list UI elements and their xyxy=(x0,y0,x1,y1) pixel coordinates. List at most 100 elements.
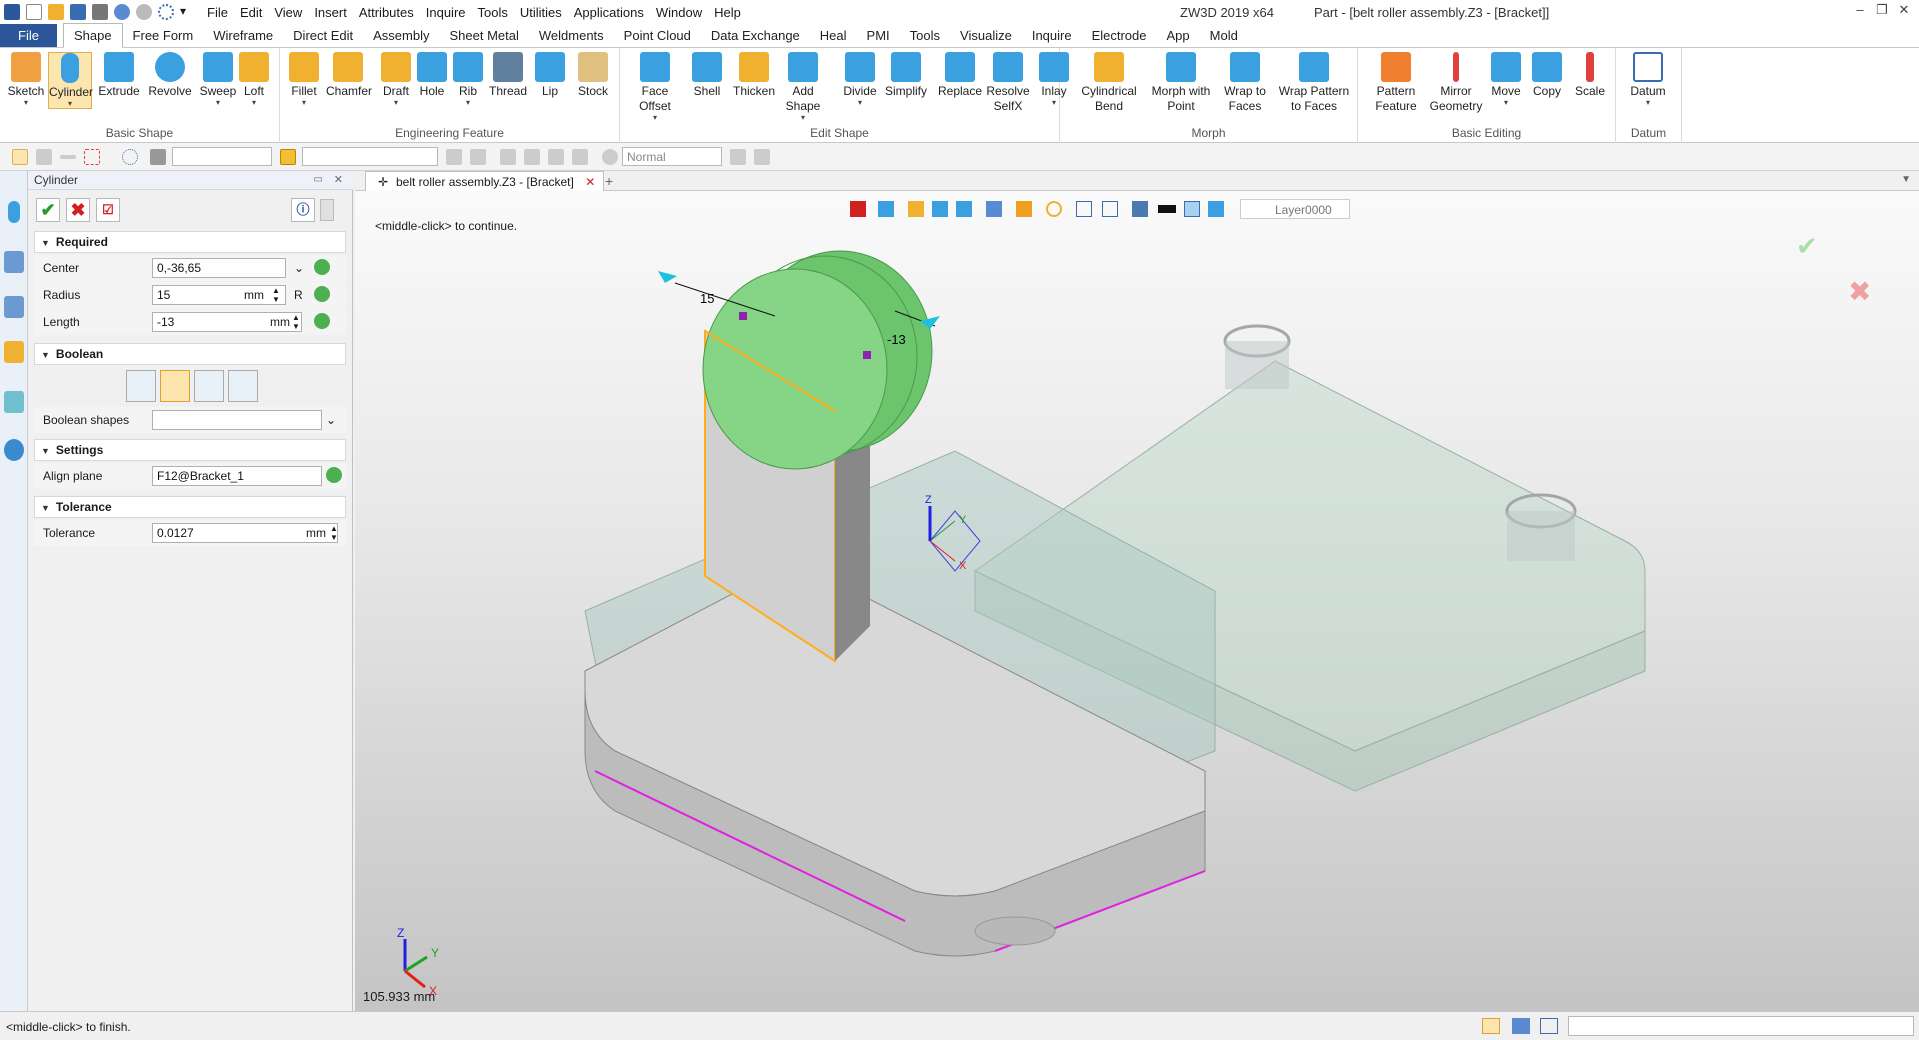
length-spinner-icon[interactable]: ▲ ▼ xyxy=(292,313,300,331)
3d-viewport[interactable]: Layer0000 <middle-click> to continue. ✔ … xyxy=(355,191,1919,1011)
close-tab-icon[interactable]: ✕ xyxy=(585,175,595,189)
mirror-geometry-button[interactable]: Mirror Geometry xyxy=(1426,52,1486,114)
tab-weldments[interactable]: Weldments xyxy=(529,24,614,47)
center-pick-icon[interactable] xyxy=(314,259,330,275)
menu-edit[interactable]: Edit xyxy=(234,5,268,20)
menu-tools[interactable]: Tools xyxy=(472,5,514,20)
datum-button[interactable]: Datum ▾ xyxy=(1626,52,1670,107)
tab-electrode[interactable]: Electrode xyxy=(1082,24,1157,47)
quick-access-dropdown-icon[interactable]: ▾ xyxy=(180,4,188,20)
tab-assembly[interactable]: Assembly xyxy=(363,24,439,47)
boolean-expand-icon[interactable]: ⌄ xyxy=(326,413,336,427)
resolve-selfx-button[interactable]: Resolve SelfX xyxy=(983,52,1033,114)
center-input[interactable]: 0,-36,65 xyxy=(152,258,286,278)
menu-window[interactable]: Window xyxy=(650,5,708,20)
tab-visualize[interactable]: Visualize xyxy=(950,24,1022,47)
save-icon[interactable] xyxy=(70,4,86,20)
wrap-to-faces-button[interactable]: Wrap to Faces xyxy=(1220,52,1270,114)
assembly-tree-icon[interactable] xyxy=(4,296,24,318)
length-pick-icon[interactable] xyxy=(314,313,330,329)
status-monitor-icon[interactable] xyxy=(1512,1018,1530,1034)
redo-icon[interactable] xyxy=(136,4,152,20)
revolve-button[interactable]: Revolve xyxy=(148,52,192,99)
part-icon[interactable] xyxy=(4,341,24,363)
lip-button[interactable]: Lip xyxy=(528,52,572,99)
menu-inquire[interactable]: Inquire xyxy=(420,5,472,20)
radius-input[interactable]: 15 xyxy=(152,285,286,305)
boolean-intersect-icon[interactable] xyxy=(228,370,258,402)
scale-button[interactable]: Scale xyxy=(1568,52,1612,99)
lasso-icon[interactable] xyxy=(122,149,138,165)
align-plane-input[interactable]: F12@Bracket_1 xyxy=(152,466,322,486)
user-icon[interactable] xyxy=(4,439,24,461)
extrude-button[interactable]: Extrude xyxy=(97,52,141,99)
boolean-shapes-input[interactable] xyxy=(152,410,322,430)
add-tab-icon[interactable]: + xyxy=(605,173,613,189)
section-settings[interactable]: Settings xyxy=(34,439,346,461)
tab-inquire[interactable]: Inquire xyxy=(1022,24,1082,47)
boolean-add-icon[interactable] xyxy=(160,370,190,402)
menu-utilities[interactable]: Utilities xyxy=(514,5,568,20)
status-view-icon[interactable] xyxy=(1482,1018,1500,1034)
command-input[interactable] xyxy=(1568,1016,1914,1036)
tab-pmi[interactable]: PMI xyxy=(857,24,900,47)
cylindrical-bend-button[interactable]: Cylindrical Bend xyxy=(1074,52,1144,114)
tab-point-cloud[interactable]: Point Cloud xyxy=(614,24,701,47)
thread-button[interactable]: Thread xyxy=(486,52,530,99)
sketch-button[interactable]: Sketch ▾ xyxy=(4,52,48,107)
panel-close-icon[interactable]: ✕ xyxy=(334,173,343,186)
history-tree-icon[interactable] xyxy=(4,251,24,273)
shell-button[interactable]: Shell xyxy=(685,52,729,99)
loft-button[interactable]: Loft ▾ xyxy=(232,52,276,107)
section-boolean[interactable]: Boolean xyxy=(34,343,346,365)
chamfer-button[interactable]: Chamfer xyxy=(326,52,372,99)
fillet-button[interactable]: Fillet ▾ xyxy=(282,52,326,107)
tab-heal[interactable]: Heal xyxy=(810,24,857,47)
print-icon[interactable] xyxy=(92,4,108,20)
active-part-icon[interactable] xyxy=(280,149,296,165)
boolean-base-icon[interactable] xyxy=(126,370,156,402)
morph-with-point-button[interactable]: Morph with Point xyxy=(1146,52,1216,114)
tab-list-icon[interactable]: ▼ xyxy=(1901,174,1911,185)
tolerance-spinner-icon[interactable]: ▲ ▼ xyxy=(330,524,338,542)
info-button[interactable]: ⓘ xyxy=(291,198,315,222)
divide-button[interactable]: Divide ▾ xyxy=(838,52,882,107)
tab-app[interactable]: App xyxy=(1157,24,1200,47)
model-canvas[interactable]: 15 -13 Z Y X Z Y X xyxy=(355,191,1919,1011)
menu-file[interactable]: File xyxy=(201,5,234,20)
add-shape-button[interactable]: Add Shape ▾ xyxy=(778,52,828,122)
replace-button[interactable]: Replace xyxy=(938,52,982,99)
panel-expand-icon[interactable] xyxy=(320,199,334,221)
new-file-icon[interactable] xyxy=(26,4,42,20)
menu-attributes[interactable]: Attributes xyxy=(353,5,420,20)
pick-arrow-icon[interactable] xyxy=(12,149,28,165)
face-offset-button[interactable]: Face Offset ▾ xyxy=(630,52,680,122)
simplify-button[interactable]: Simplify xyxy=(884,52,928,99)
menu-help[interactable]: Help xyxy=(708,5,747,20)
wrap-pattern-button[interactable]: Wrap Pattern to Faces xyxy=(1274,52,1354,114)
undo-icon[interactable] xyxy=(114,4,130,20)
section-required[interactable]: Required xyxy=(34,231,346,253)
view-icon[interactable] xyxy=(4,391,24,413)
panel-pin-icon[interactable]: ▭ xyxy=(314,174,323,185)
minimize-button[interactable]: – xyxy=(1850,2,1870,20)
selection-combo[interactable] xyxy=(302,147,438,166)
thicken-button[interactable]: Thicken xyxy=(732,52,776,99)
move-button[interactable]: Move ▾ xyxy=(1484,52,1528,107)
stock-button[interactable]: Stock xyxy=(571,52,615,99)
grid-select-icon[interactable] xyxy=(84,149,100,165)
pan-icon[interactable] xyxy=(36,149,52,165)
close-button[interactable]: ✕ xyxy=(1894,2,1914,20)
boolean-remove-icon[interactable] xyxy=(194,370,224,402)
rib-button[interactable]: Rib ▾ xyxy=(446,52,490,107)
pattern-feature-button[interactable]: Pattern Feature xyxy=(1366,52,1426,114)
tab-wireframe[interactable]: Wireframe xyxy=(203,24,283,47)
render-mode-combo[interactable]: Normal xyxy=(622,147,722,166)
radius-pick-icon[interactable] xyxy=(314,286,330,302)
section-tolerance[interactable]: Tolerance xyxy=(34,496,346,518)
menu-view[interactable]: View xyxy=(268,5,308,20)
restore-button[interactable]: ❐ xyxy=(1872,2,1892,20)
document-tab[interactable]: ✛ belt roller assembly.Z3 - [Bracket] ✕ xyxy=(365,171,605,191)
tab-sheet-metal[interactable]: Sheet Metal xyxy=(440,24,529,47)
copy-button[interactable]: Copy xyxy=(1525,52,1569,99)
